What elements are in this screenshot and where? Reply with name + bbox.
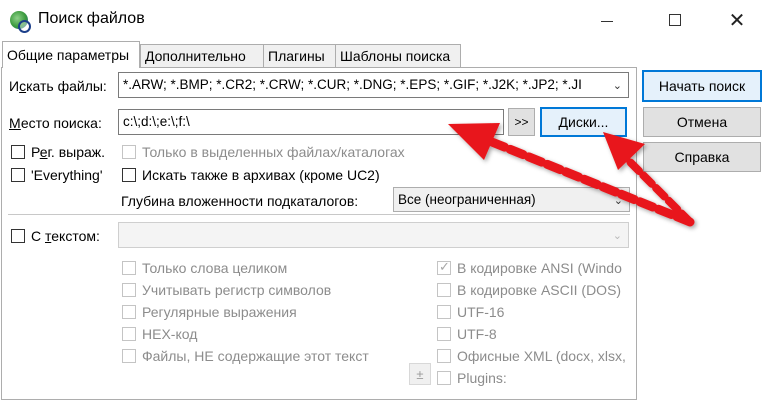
search-location-label: Место поиска: [9,115,102,131]
tab-search-templates[interactable]: Шаблоны поиска [335,44,461,67]
minimize-button[interactable] [584,0,630,40]
button-label: Справка [674,149,730,165]
help-button[interactable]: Справка [643,142,761,172]
plugins-checkbox[interactable] [437,371,451,385]
search-files-label: Искать файлы: [9,78,107,94]
whole-words-label: Только слова целиком [142,260,288,276]
chevron-down-icon[interactable]: ⌄ [488,116,497,129]
chevron-down-icon[interactable]: ⌄ [613,79,622,92]
expand-location-button[interactable]: >> [508,108,535,136]
tab-label: Общие параметры [7,47,130,63]
case-sensitive-checkbox[interactable] [122,283,136,297]
tab-plugins[interactable]: Плагины [263,44,336,67]
window-title: Поиск файлов [38,10,145,27]
everything-checkbox[interactable] [11,168,25,182]
chevron-down-icon: ⌄ [612,230,622,242]
ansi-checkbox[interactable] [437,259,451,275]
tab-general[interactable]: Общие параметры [2,41,140,68]
ascii-checkbox[interactable] [437,283,451,297]
search-files-combo[interactable]: *.ARW; *.BMP; *.CR2; *.CRW; *.CUR; *.DNG… [118,72,629,98]
not-containing-checkbox[interactable] [122,349,136,363]
ascii-label: В кодировке ASCII (DOS) [457,282,622,298]
button-label: >> [514,115,529,129]
depth-value: Все (неограниченная) [398,192,536,207]
not-containing-label: Файлы, НЕ содержащие этот текст [142,348,369,364]
utf8-label: UTF-8 [457,326,497,342]
text-regex-checkbox[interactable] [122,305,136,319]
app-icon [10,11,31,33]
office-xml-label: Офисные XML (docx, xlsx, [457,348,626,364]
close-icon: ✕ [728,9,746,32]
search-files-value: *.ARW; *.BMP; *.CR2; *.CRW; *.CUR; *.DNG… [123,77,582,92]
search-location-value: c:\;d:\;e:\;f:\ [123,114,190,129]
start-search-button[interactable]: Начать поиск [642,70,762,102]
maximize-button[interactable] [652,0,698,40]
button-label: Диски... [558,114,609,130]
utf16-label: UTF-16 [457,304,505,320]
text-regex-label: Регулярные выражения [142,304,297,320]
depth-select[interactable]: Все (неограниченная) ⌄ [393,187,630,212]
utf16-checkbox[interactable] [437,305,451,319]
chevron-down-icon[interactable]: ⌄ [614,194,623,207]
whole-words-checkbox[interactable] [122,261,136,275]
regex-checkbox[interactable] [11,145,25,159]
search-location-combo[interactable]: c:\;d:\;e:\;f:\ ⌄ [118,109,504,135]
archives-label: Искать также в архивах (кроме UC2) [142,167,380,183]
plus-minus-icon: ± [416,366,424,382]
case-sensitive-label: Учитывать регистр символов [142,282,332,298]
with-text-label: С текстом: [31,228,100,244]
everything-label: 'Everything' [31,167,103,183]
close-button[interactable]: ✕ [714,0,760,40]
archives-checkbox[interactable] [122,168,136,182]
tab-label: Плагины [268,48,325,64]
divider [8,214,630,215]
tab-label: Дополнительно [145,48,246,64]
ansi-label: В кодировке ANSI (Windo [457,260,622,276]
hex-label: HEX-код [142,326,198,342]
only-selected-checkbox[interactable] [122,145,136,159]
tab-label: Шаблоны поиска [340,48,451,64]
only-selected-label: Только в выделенных файлах/каталогах [142,144,405,160]
depth-label: Глубина вложенности подкаталогов: [121,193,359,209]
drives-button[interactable]: Диски... [540,107,627,137]
button-label: Отмена [676,114,728,130]
hex-checkbox[interactable] [122,327,136,341]
tab-advanced[interactable]: Дополнительно [140,44,264,67]
with-text-checkbox[interactable] [11,229,25,243]
button-label: Начать поиск [658,78,746,94]
minimize-icon [601,20,613,22]
plugins-label: Plugins: [457,370,507,386]
maximize-icon [669,14,681,26]
cancel-button[interactable]: Отмена [643,107,761,137]
utf8-checkbox[interactable] [437,327,451,341]
text-search-input[interactable]: ⌄ [118,222,629,248]
regex-label: Рег. выраж. [31,144,106,160]
plus-minus-button[interactable]: ± [409,363,431,385]
office-xml-checkbox[interactable] [437,349,451,363]
